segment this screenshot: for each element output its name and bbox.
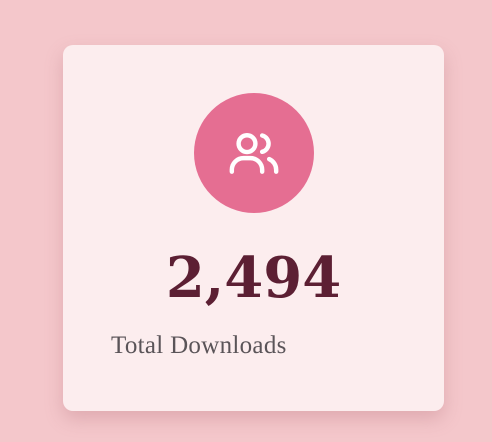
stat-label: Total Downloads [111,332,287,359]
stat-value: 2,494 [165,245,342,311]
stat-card: 2,494 Total Downloads [63,45,444,411]
icon-badge [194,93,314,213]
users-icon [229,133,279,174]
